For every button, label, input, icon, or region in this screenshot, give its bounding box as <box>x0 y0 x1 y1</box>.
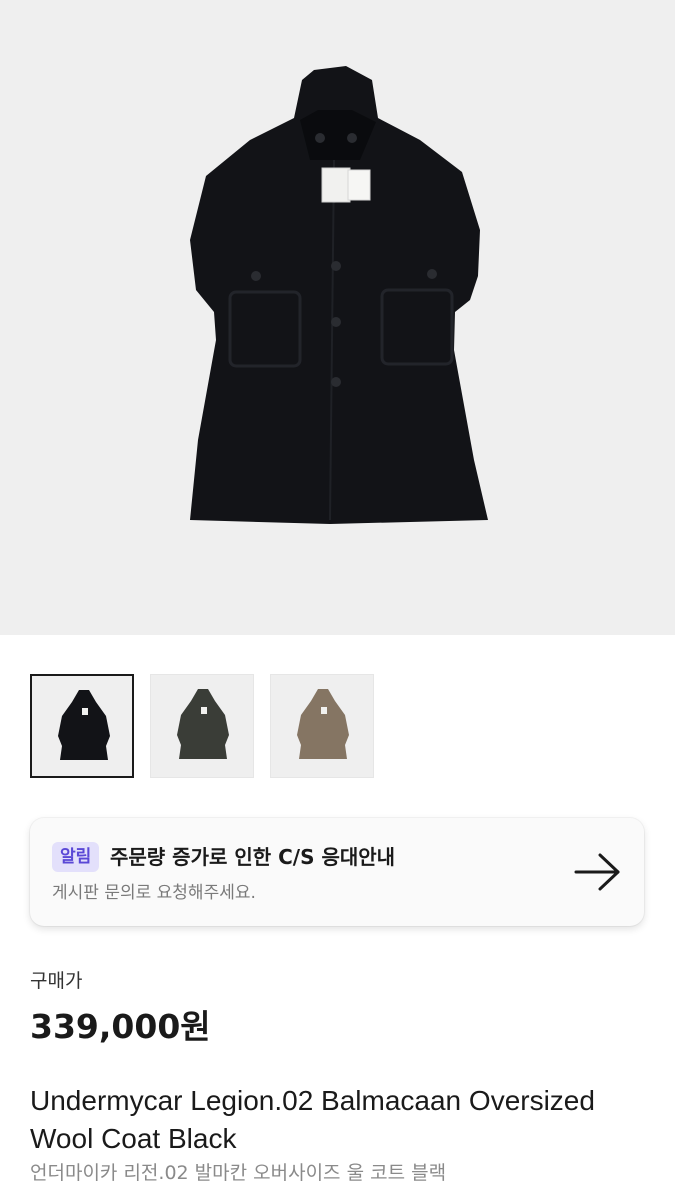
notice-subtitle: 게시판 문의로 요청해주세요. <box>52 883 256 903</box>
product-title-en: Undermycar Legion.02 Balmacaan Oversized… <box>30 1085 595 1154</box>
cs-notice-banner[interactable]: 알림 주문량 증가로 인한 C/S 응대안내 게시판 문의로 요청해주세요. <box>30 818 644 926</box>
coat-photo <box>190 66 488 524</box>
notice-badge: 알림 <box>52 842 100 872</box>
thumbnail-3[interactable] <box>270 674 374 778</box>
notice-title: 주문량 증가로 인한 C/S 응대안내 <box>110 845 396 869</box>
product-title-ko: 언더마이카 리전.02 발마칸 오버사이즈 울 코트 블랙 <box>30 1162 447 1184</box>
coat-thumb-taupe-icon <box>297 689 349 759</box>
arrow-right-icon[interactable] <box>574 852 622 892</box>
thumbnail-2[interactable] <box>150 674 254 778</box>
thumbnail-1[interactable] <box>30 674 134 778</box>
coat-thumb-black-icon <box>58 690 110 760</box>
price-value: 339,000원 <box>30 1007 211 1046</box>
price-label: 구매가 <box>30 970 83 992</box>
product-main-image[interactable] <box>0 0 675 635</box>
thumbnail-strip <box>30 674 374 778</box>
coat-thumb-olive-icon <box>177 689 229 759</box>
